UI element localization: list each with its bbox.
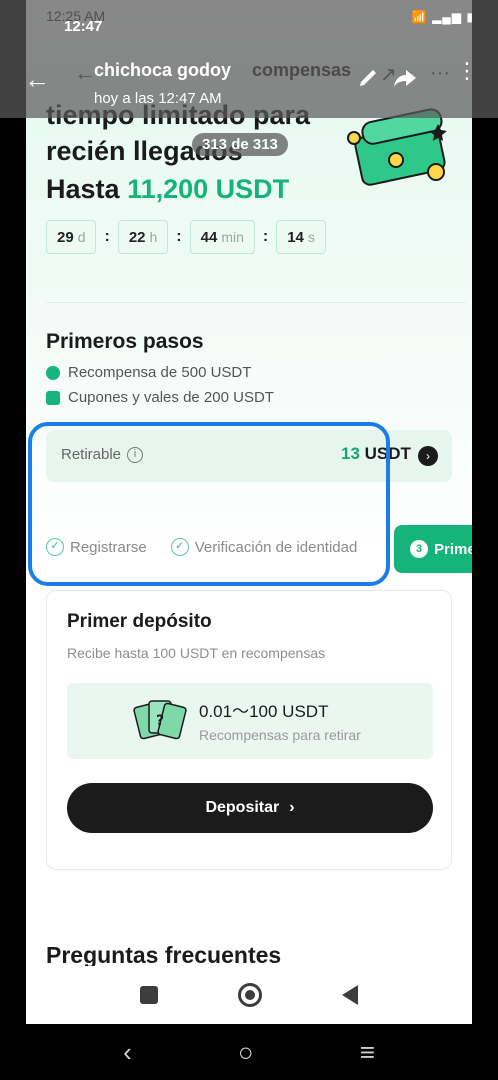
timer-seconds: 14 s (276, 220, 326, 254)
status-icons: 📶 ▂▄▆ ▮ 42 (412, 10, 474, 24)
chevron-right-icon[interactable]: › (418, 446, 438, 466)
reward-description: Recompensas para retirar (199, 727, 361, 743)
home-icon[interactable] (238, 983, 262, 1007)
highlight-annotation (28, 422, 390, 586)
countdown-timer: 29 d : 22 h : 44 min : 14 s (46, 220, 326, 254)
recent-apps-icon[interactable] (140, 986, 158, 1004)
card-subtitle: Recibe hasta 100 USDT en recompensas (67, 645, 326, 661)
timer-days: 29 d (46, 220, 97, 254)
faq-title: Preguntas frecuentes (46, 942, 282, 968)
hero-amount: 11,200 USDT (127, 174, 290, 204)
bullet-coupons: Cupones y vales de 200 USDT (46, 389, 274, 406)
svg-text:?: ? (156, 713, 164, 729)
system-navigation-bar: ‹ ○ ≡ (0, 1024, 498, 1080)
hero-title-line3: Hasta 11,200 USDT (46, 174, 289, 205)
home-icon[interactable]: ○ (238, 1037, 254, 1068)
share-icon[interactable] (392, 66, 418, 90)
timer-minutes: 44 min (189, 220, 255, 254)
bullet-reward: Recompensa de 500 USDT (46, 364, 251, 381)
battery-icon: ▮ (466, 10, 474, 24)
reward-box: ? 0.01～100 USDT Recompensas para retirar (67, 683, 433, 759)
timer-separator: : (176, 228, 182, 245)
screen: ← compensas ↗ ··· tiempo limitado para r… (0, 0, 498, 1080)
coupon-icon (46, 390, 60, 405)
hero-prefix: Hasta (46, 174, 120, 204)
signal-icon: ▂▄▆ (432, 10, 463, 24)
reward-amount: 0.01～100 USDT (199, 702, 329, 721)
cash-cards-icon: ? (133, 700, 187, 740)
viewer-back-icon[interactable]: ← (24, 64, 54, 94)
menu-icon[interactable]: ≡ (360, 1037, 375, 1068)
chevron-right-icon: › (289, 799, 295, 816)
sender-name: chichoca godoy (94, 60, 232, 80)
wifi-icon: 📶 (411, 10, 428, 24)
timer-hours: 22 h (117, 220, 169, 254)
timer-separator: : (104, 228, 110, 245)
media-counter: 313 de 313 (192, 133, 288, 156)
sent-time: hoy a las 12:47 AM (94, 90, 222, 107)
back-icon[interactable] (342, 985, 358, 1005)
status-time: 12:47 (64, 18, 103, 35)
timer-separator: : (262, 228, 269, 245)
reward-dot-icon (46, 365, 60, 380)
edit-icon[interactable] (356, 66, 380, 90)
card-title: Primer depósito (67, 611, 212, 632)
back-icon[interactable]: ‹ (123, 1037, 132, 1068)
step-first-deposit-tab[interactable]: 3 Prime (394, 525, 472, 573)
divider (46, 302, 466, 303)
app-navigation-bar (26, 966, 472, 1024)
more-vertical-icon[interactable]: ⋮ (456, 60, 478, 82)
first-steps-title: Primeros pasos (46, 330, 204, 353)
first-deposit-card: Primer depósito Recibe hasta 100 USDT en… (46, 590, 452, 870)
deposit-button[interactable]: Depositar › (67, 783, 433, 833)
